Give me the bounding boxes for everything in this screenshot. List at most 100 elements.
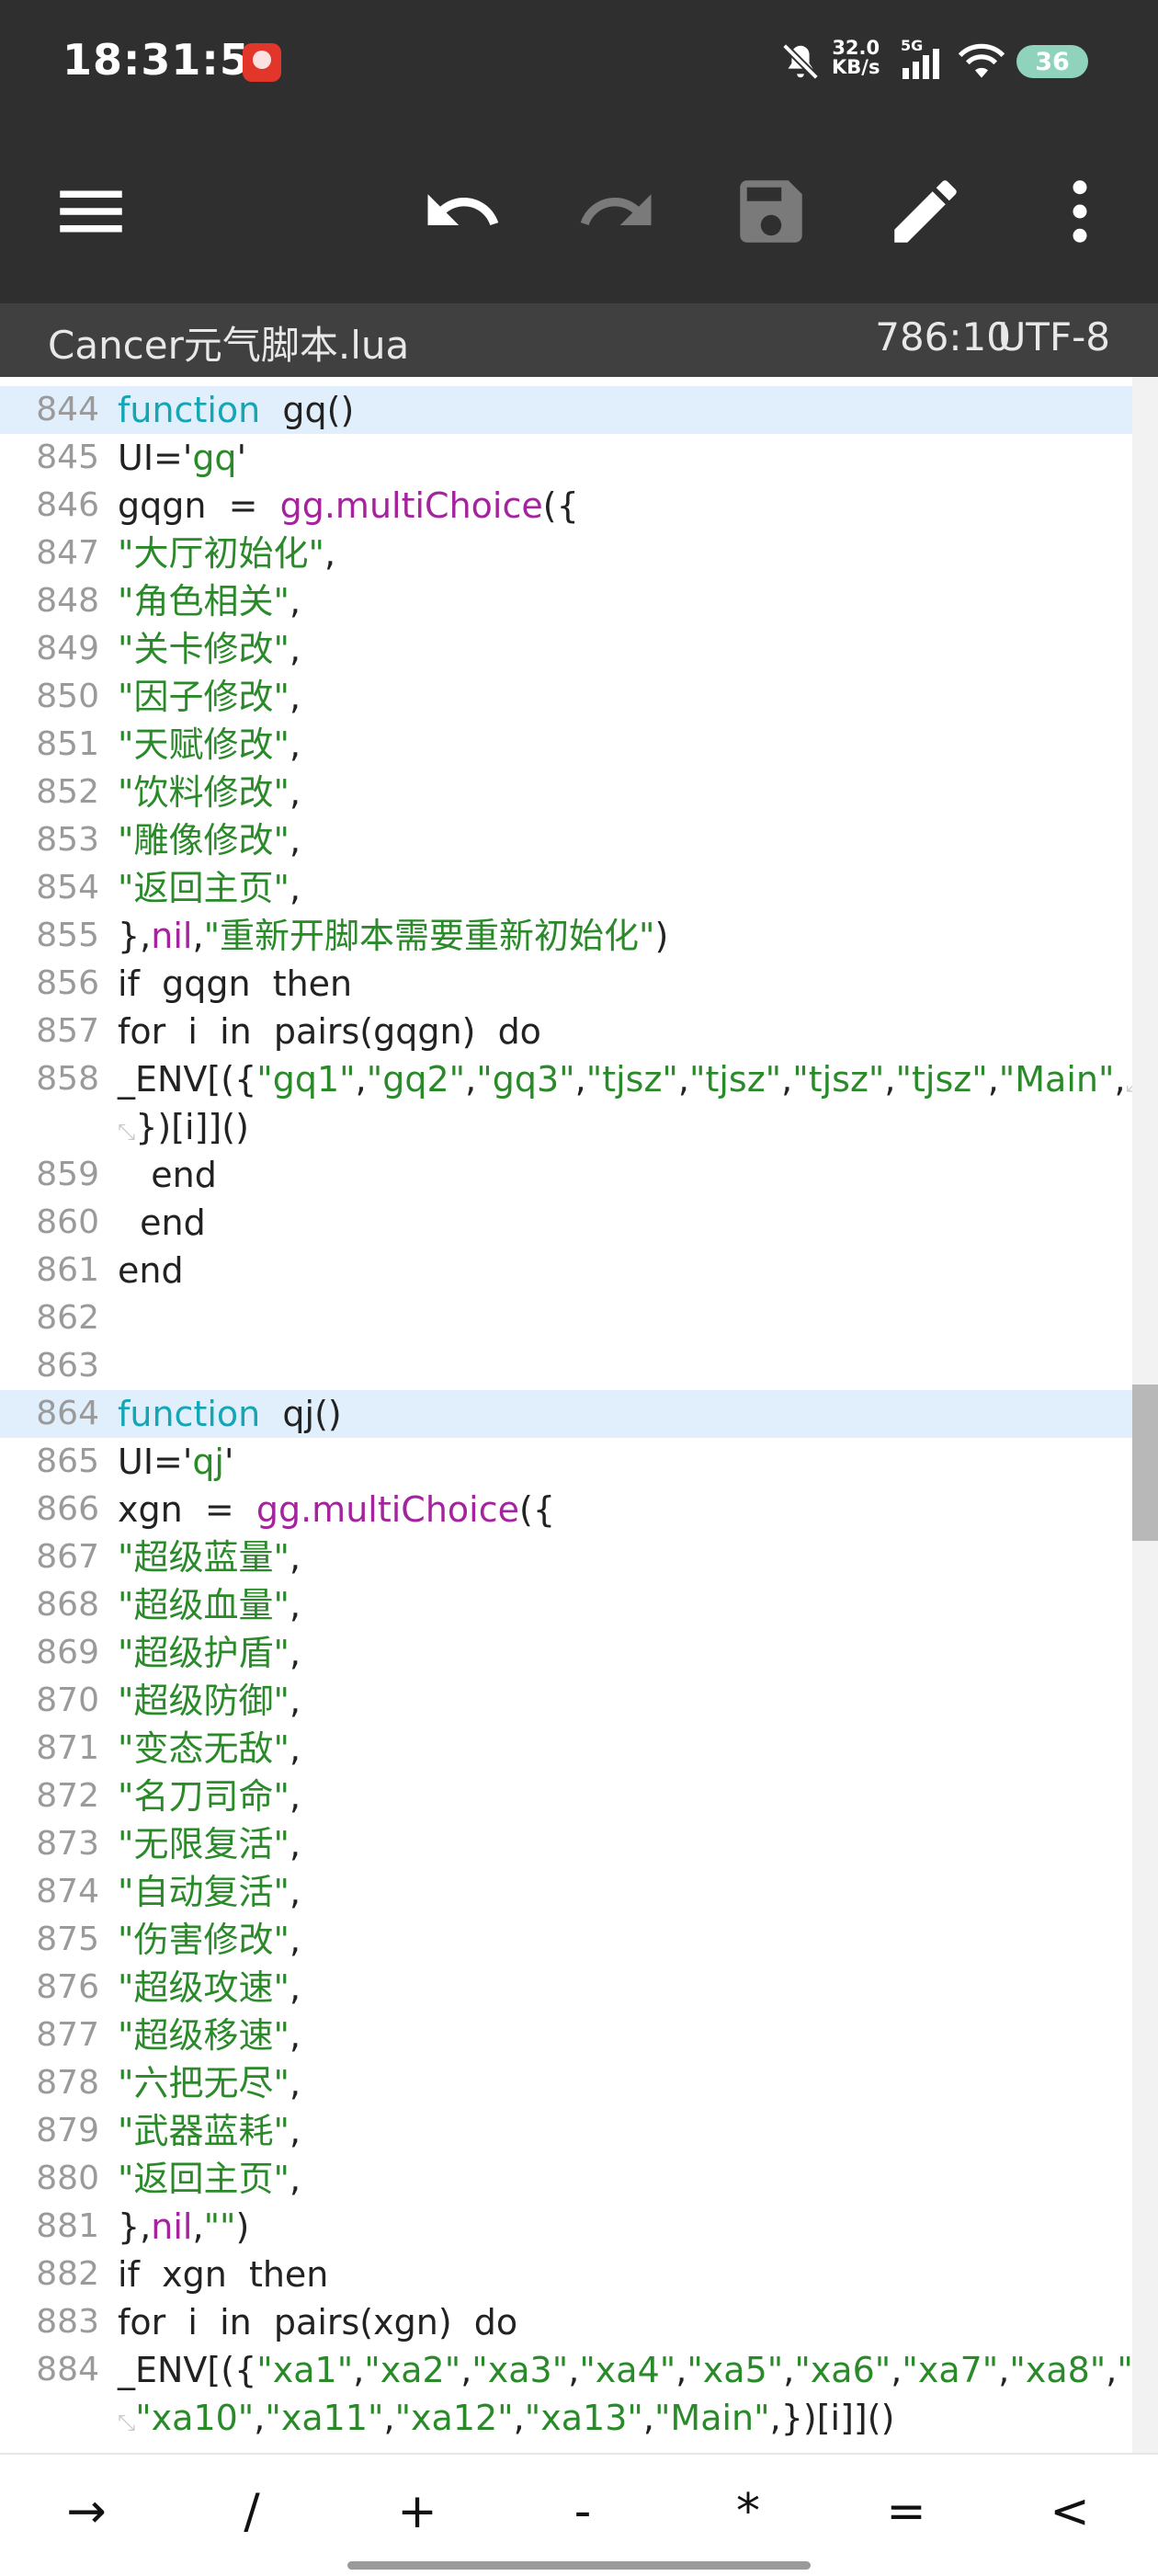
code-line[interactable]: 879 "武器蓝耗", <box>0 2107 1132 2155</box>
line-number: 851 <box>36 725 99 763</box>
code-token: qj() <box>260 1394 342 1434</box>
code-token: , <box>289 2159 301 2199</box>
code-token: , <box>783 2350 795 2390</box>
code-line[interactable]: 844 function gq() <box>0 386 1132 434</box>
code-token: "重新开脚本需要重新初始化" <box>203 916 655 956</box>
code-line[interactable]: ⤡"xa10","xa11","xa12","xa13","Main",})[i… <box>0 2394 1132 2442</box>
line-number: 871 <box>36 1729 99 1767</box>
code-line[interactable]: 861 end <box>0 1247 1132 1294</box>
code-text: _ENV[({"xa1","xa2","xa3","xa4","xa5","xa… <box>118 2346 1158 2399</box>
code-text: "超级护盾", <box>118 1629 301 1677</box>
code-line[interactable]: 870 "超级防御", <box>0 1677 1132 1725</box>
code-line[interactable]: 882 if xgn then <box>0 2251 1132 2298</box>
code-text: gqgn = gg.multiChoice({ <box>118 482 579 530</box>
code-line[interactable]: 871 "变态无敌", <box>0 1725 1132 1772</box>
symbol-key[interactable]: < <box>1005 2475 1134 2548</box>
code-line[interactable]: 883 for i in pairs(xgn) do <box>0 2298 1132 2346</box>
code-line[interactable]: 858 _ENV[({"gq1","gq2","gq3","tjsz","tjsz… <box>0 1055 1142 1103</box>
code-line[interactable]: 873 "无限复活", <box>0 1820 1132 1868</box>
code-line[interactable]: 851 "天赋修改", <box>0 721 1132 769</box>
code-line[interactable]: 850 "因子修改", <box>0 673 1132 721</box>
status-bar: 18:31:51 32.0 KB/s 5G 36 <box>0 0 1158 124</box>
code-line[interactable]: 849 "关卡修改", <box>0 625 1132 673</box>
line-number: 848 <box>36 582 99 620</box>
code-token: , <box>884 1059 896 1100</box>
line-number: 881 <box>36 2207 99 2245</box>
code-line[interactable]: 864 function qj() <box>0 1390 1132 1438</box>
line-number: 866 <box>36 1490 99 1528</box>
code-text: xgn = gg.multiChoice({ <box>118 1486 555 1533</box>
code-token: ' <box>236 438 247 478</box>
code-line[interactable]: ⤡})[i]]() <box>0 1103 1132 1151</box>
code-line[interactable]: 845 UI='gq' <box>0 434 1132 482</box>
code-line[interactable]: 847 "大厅初始化", <box>0 530 1132 577</box>
code-token: "gq2" <box>366 1059 466 1100</box>
code-line[interactable]: 863 <box>0 1342 1132 1390</box>
battery-indicator: 36 <box>1016 45 1088 78</box>
code-token: "关卡修改" <box>118 629 290 669</box>
code-line[interactable]: 869 "超级护盾", <box>0 1629 1132 1677</box>
code-line[interactable]: 874 "自动复活", <box>0 1868 1132 1916</box>
line-number: 868 <box>36 1586 99 1624</box>
code-line[interactable]: 860 end <box>0 1199 1132 1247</box>
code-token: "xa10" <box>135 2398 255 2438</box>
code-token: "xa7" <box>902 2350 999 2390</box>
code-line[interactable]: 881},nil,"") <box>0 2203 1132 2251</box>
scrollbar-thumb[interactable] <box>1132 1385 1158 1541</box>
code-line[interactable]: 877 "超级移速", <box>0 2012 1132 2059</box>
menu-button[interactable] <box>50 170 132 253</box>
code-token: "自动复活" <box>118 1872 290 1912</box>
code-text: "名刀司命", <box>118 1772 301 1820</box>
code-line[interactable]: 848 "角色相关", <box>0 577 1132 625</box>
code-token: }, <box>118 916 152 956</box>
code-line[interactable]: 884 _ENV[({"xa1","xa2","xa3","xa4","xa5",… <box>0 2346 1158 2394</box>
symbol-key[interactable]: + <box>353 2475 482 2548</box>
line-number: 878 <box>36 2064 99 2102</box>
code-line[interactable]: 862 <box>0 1294 1132 1342</box>
code-editor[interactable]: 843 844function gq()845UI='gq'846gqgn = … <box>0 377 1158 2453</box>
code-line[interactable]: 872 "名刀司命", <box>0 1772 1132 1820</box>
save-button[interactable] <box>730 170 812 253</box>
code-line[interactable]: 854 "返回主页", <box>0 864 1132 912</box>
wrap-indicator-icon: ⤡ <box>118 2410 136 2435</box>
line-number: 865 <box>36 1442 99 1480</box>
code-text: ⤡})[i]]() <box>118 1103 249 1156</box>
code-token: end <box>118 1250 184 1291</box>
undo-button[interactable] <box>421 170 504 253</box>
code-line[interactable]: 875 "伤害修改", <box>0 1916 1132 1964</box>
code-token: "gq1" <box>256 1059 356 1100</box>
symbol-key[interactable]: = <box>842 2475 971 2548</box>
code-text: },nil,"重新开脚本需要重新初始化") <box>118 912 668 960</box>
code-line[interactable]: 857 for i in pairs(gqgn) do <box>0 1008 1132 1055</box>
more-options-button[interactable] <box>1039 170 1121 253</box>
code-line[interactable]: 846 gqgn = gg.multiChoice({ <box>0 482 1132 530</box>
code-line[interactable]: 867 "超级蓝量", <box>0 1533 1132 1581</box>
code-line[interactable]: 859 end <box>0 1151 1132 1199</box>
symbol-key[interactable]: / <box>187 2475 316 2548</box>
code-token: "xa12" <box>394 2398 514 2438</box>
code-line[interactable]: 880 "返回主页", <box>0 2155 1132 2203</box>
file-info-bar: Cancer元气脚本.lua 786:10 UTF-8 <box>0 303 1158 377</box>
code-line[interactable]: 868 "超级血量", <box>0 1581 1132 1629</box>
code-line[interactable]: 865 UI='qj' <box>0 1438 1132 1486</box>
code-line[interactable]: 855},nil,"重新开脚本需要重新初始化") <box>0 912 1132 960</box>
code-token: "xa8" <box>1009 2350 1107 2390</box>
code-token: , <box>289 772 301 813</box>
symbol-key[interactable]: → <box>22 2475 151 2548</box>
code-line[interactable]: 856 if gqgn then <box>0 960 1132 1008</box>
edit-button[interactable] <box>884 170 967 253</box>
edit-icon <box>894 180 957 243</box>
file-encoding[interactable]: UTF-8 <box>998 314 1110 359</box>
code-line[interactable]: 876 "超级攻速", <box>0 1964 1132 2012</box>
mute-icon <box>782 43 819 80</box>
code-line[interactable]: 878 "六把无尽", <box>0 2059 1132 2107</box>
code-text: if gqgn then <box>118 960 352 1008</box>
code-line[interactable]: 852 "饮料修改", <box>0 769 1132 816</box>
code-text: "无限复活", <box>118 1820 301 1868</box>
code-line[interactable]: 853 "雕像修改", <box>0 816 1132 864</box>
redo-button[interactable] <box>575 170 658 253</box>
code-line[interactable]: 866 xgn = gg.multiChoice({ <box>0 1486 1132 1533</box>
symbol-key[interactable]: * <box>684 2475 812 2548</box>
symbol-key[interactable]: - <box>518 2475 647 2548</box>
code-text: function qj() <box>118 1390 342 1438</box>
